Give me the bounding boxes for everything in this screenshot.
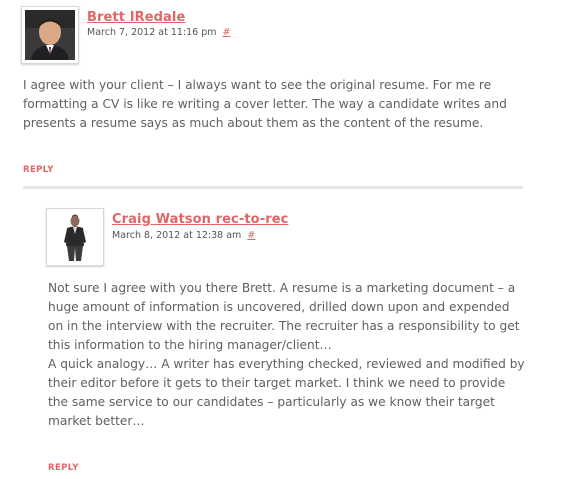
comment-author-link[interactable]: Craig Watson rec-to-rec [112, 212, 288, 227]
comment-permalink[interactable]: # [223, 27, 231, 38]
comment-meta: March 7, 2012 at 11:16 pm # [87, 27, 231, 38]
comment-craig: Craig Watson rec-to-rec March 8, 2012 at… [0, 190, 571, 479]
comment-body: Not sure I agree with you there Brett. A… [48, 279, 528, 431]
comment-meta: March 8, 2012 at 12:38 am # [112, 230, 255, 241]
comment-date: March 7, 2012 at 11:16 pm [87, 27, 217, 38]
comment-brett: Brett IRedale March 7, 2012 at 11:16 pm … [0, 0, 571, 190]
reply-button[interactable]: REPLY [23, 165, 54, 175]
avatar-photo-icon [50, 212, 100, 262]
comment-paragraph: I agree with your client – I always want… [23, 78, 507, 130]
comment-author-link[interactable]: Brett IRedale [87, 10, 185, 25]
avatar [46, 208, 104, 266]
comment-divider [23, 186, 523, 189]
avatar-photo-icon [25, 10, 75, 60]
comment-date: March 8, 2012 at 12:38 am [112, 230, 242, 241]
comment-permalink[interactable]: # [247, 230, 255, 241]
avatar [21, 6, 79, 64]
comment-body: I agree with your client – I always want… [23, 76, 523, 133]
comment-paragraph: Not sure I agree with you there Brett. A… [48, 281, 520, 352]
reply-button[interactable]: REPLY [48, 463, 79, 473]
comment-paragraph: A quick analogy… A writer has everything… [48, 357, 525, 428]
